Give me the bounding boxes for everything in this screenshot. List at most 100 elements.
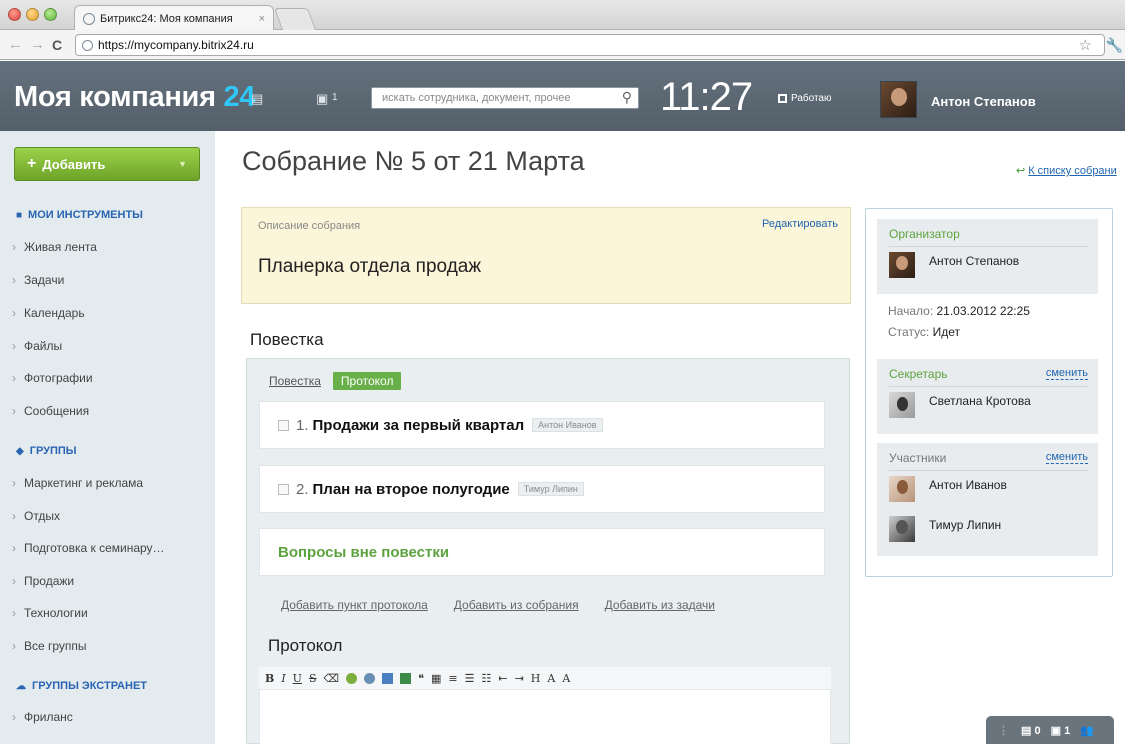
contacts-icon[interactable]: 👥	[1080, 724, 1094, 737]
sidebar-item-seminar[interactable]: Подготовка к семинару…	[12, 541, 165, 555]
agenda-item[interactable]: 1. Продажи за первый квартал Антон Ивано…	[259, 401, 825, 449]
add-from-meeting-link[interactable]: Добавить из собрания	[454, 598, 579, 612]
image-icon[interactable]	[382, 672, 394, 684]
wrench-icon[interactable]: 🔧	[1106, 37, 1123, 54]
item-owner-badge[interactable]: Антон Иванов	[532, 418, 603, 432]
eraser-icon[interactable]: ⌫	[324, 672, 340, 685]
divider	[889, 470, 1088, 471]
sidebar-item-freelance[interactable]: Фриланс	[12, 710, 73, 724]
tab-close-icon[interactable]: ×	[259, 13, 265, 25]
search-input[interactable]: искать сотрудника, документ, прочее ⚲	[371, 87, 639, 109]
reload-icon[interactable]: C	[52, 36, 62, 54]
notifications-icon[interactable]: ▣	[316, 91, 328, 107]
section-title: МОИ ИНСТРУМЕНТЫ	[28, 209, 143, 221]
bold-button[interactable]: B	[265, 672, 274, 685]
item-title[interactable]: План на второе полугодие	[313, 481, 510, 498]
messages-icon[interactable]: ▤	[251, 91, 263, 107]
item-checkbox[interactable]	[278, 483, 289, 495]
member-item[interactable]: Антон Иванов	[889, 476, 1007, 502]
user-name[interactable]: Антон Степанов	[931, 94, 1036, 109]
font-size-button[interactable]: A	[547, 672, 555, 685]
change-secretary-link[interactable]: сменить	[1045, 367, 1088, 380]
status-line: Статус: Идет	[888, 325, 960, 339]
avatar	[889, 516, 915, 542]
section-groups[interactable]: ◆ ГРУППЫ	[16, 445, 77, 457]
sidebar-item-marketing[interactable]: Маркетинг и реклама	[12, 476, 143, 490]
agenda-heading: Повестка	[250, 330, 324, 349]
video-icon[interactable]	[400, 672, 412, 684]
heading-button[interactable]: H	[531, 672, 541, 685]
tab-agenda[interactable]: Повестка	[269, 374, 321, 388]
underline-button[interactable]: U	[293, 672, 302, 685]
ordered-list-icon[interactable]: ☰	[465, 672, 475, 685]
groups-icon: ◆	[16, 445, 24, 457]
secretary-person[interactable]: Светлана Кротова	[889, 392, 1031, 418]
window-close-button[interactable]	[8, 8, 21, 21]
sidebar-item-tasks[interactable]: Задачи	[12, 273, 64, 287]
add-from-task-link[interactable]: Добавить из задачи	[605, 598, 715, 612]
strikethrough-button[interactable]: S	[309, 672, 317, 685]
edit-link[interactable]: Редактировать	[762, 218, 838, 230]
new-tab-button[interactable]	[273, 8, 317, 30]
outdent-icon[interactable]: ⇤	[498, 672, 507, 685]
protocol-editor[interactable]	[259, 689, 831, 744]
back-to-list-link[interactable]: ↩ К списку собрани	[1016, 164, 1117, 177]
chat-widget[interactable]: ▤ 0	[1021, 724, 1041, 737]
member-item[interactable]: Тимур Липин	[889, 516, 1001, 542]
sidebar-item-messages[interactable]: Сообщения	[12, 404, 89, 418]
sidebar-item-feed[interactable]: Живая лента	[12, 240, 97, 254]
align-icon[interactable]: ≡	[448, 672, 457, 685]
unordered-list-icon[interactable]: ☷	[481, 672, 491, 685]
item-number: 1.	[296, 416, 309, 434]
members-title: Участники	[889, 451, 947, 465]
tab-title: Битрикс24: Моя компания	[100, 12, 233, 25]
back-arrow-icon[interactable]: ←	[8, 36, 23, 54]
item-checkbox[interactable]	[278, 419, 289, 431]
sidebar-item-files[interactable]: Файлы	[12, 339, 62, 353]
window-maximize-button[interactable]	[44, 8, 57, 21]
font-color-button[interactable]: A	[562, 672, 570, 685]
sidebar-item-rest[interactable]: Отдых	[12, 509, 60, 523]
browser-tab[interactable]: Битрикс24: Моя компания ×	[74, 5, 274, 31]
site-info-icon[interactable]	[82, 39, 93, 51]
bookmark-star-icon[interactable]: ☆	[1079, 36, 1092, 54]
quote-icon[interactable]: ❝	[418, 672, 424, 685]
item-owner-badge[interactable]: Тимур Липин	[517, 482, 584, 496]
tab-protocol[interactable]: Протокол	[332, 372, 402, 390]
notify-widget[interactable]: ▣ 1	[1051, 724, 1071, 737]
sidebar-item-all-groups[interactable]: Все группы	[12, 639, 86, 653]
section-my-tools[interactable]: ■ МОИ ИНСТРУМЕНТЫ	[16, 209, 143, 221]
extra-questions-section[interactable]: Вопросы вне повестки	[259, 528, 825, 576]
organizer-person[interactable]: Антон Степанов	[889, 252, 1019, 278]
avatar	[889, 252, 915, 278]
link-icon[interactable]	[346, 672, 358, 684]
sidebar-item-technologies[interactable]: Технологии	[12, 606, 88, 620]
secretary-box: Секретарь сменить Светлана Кротова	[877, 359, 1098, 434]
sidebar-item-photos[interactable]: Фотографии	[12, 371, 93, 385]
unlink-icon[interactable]	[364, 672, 376, 684]
add-button[interactable]: + Добавить ▼	[14, 147, 200, 181]
notify-count: 1	[1064, 724, 1071, 737]
agenda-item[interactable]: 2. План на второе полугодие Тимур Липин	[259, 465, 825, 513]
search-icon[interactable]: ⚲	[622, 89, 632, 106]
app-header: Моя компания 24 ▤ ▣ 1 искать сотрудника,…	[0, 61, 1125, 131]
change-members-link[interactable]: сменить	[1045, 451, 1088, 464]
status-widget[interactable]: ⋮ ▤ 0 ▣ 1 👥	[986, 716, 1114, 744]
start-value: 21.03.2012 22:25	[936, 304, 1030, 318]
forward-arrow-icon[interactable]: →	[30, 36, 45, 54]
sidebar-item-sales[interactable]: Продажи	[12, 574, 74, 588]
company-logo[interactable]: Моя компания 24	[14, 81, 255, 114]
item-title[interactable]: Продажи за первый квартал	[313, 417, 525, 434]
window-minimize-button[interactable]	[26, 8, 39, 21]
work-status-button[interactable]: Работаю	[778, 93, 832, 104]
add-protocol-item-link[interactable]: Добавить пункт протокола	[281, 598, 428, 612]
section-extranet[interactable]: ☁ ГРУППЫ ЭКСТРАНЕТ	[16, 680, 147, 692]
user-avatar[interactable]	[880, 81, 917, 118]
organizer-name: Антон Степанов	[929, 254, 1020, 268]
italic-button[interactable]: I	[281, 672, 285, 685]
address-bar[interactable]: https://mycompany.bitrix24.ru ☆	[75, 34, 1105, 56]
grip-icon: ⋮	[998, 724, 1009, 737]
indent-icon[interactable]: ⇥	[515, 672, 524, 685]
sidebar-item-calendar[interactable]: Календарь	[12, 306, 84, 320]
table-icon[interactable]: ▦	[431, 672, 441, 685]
